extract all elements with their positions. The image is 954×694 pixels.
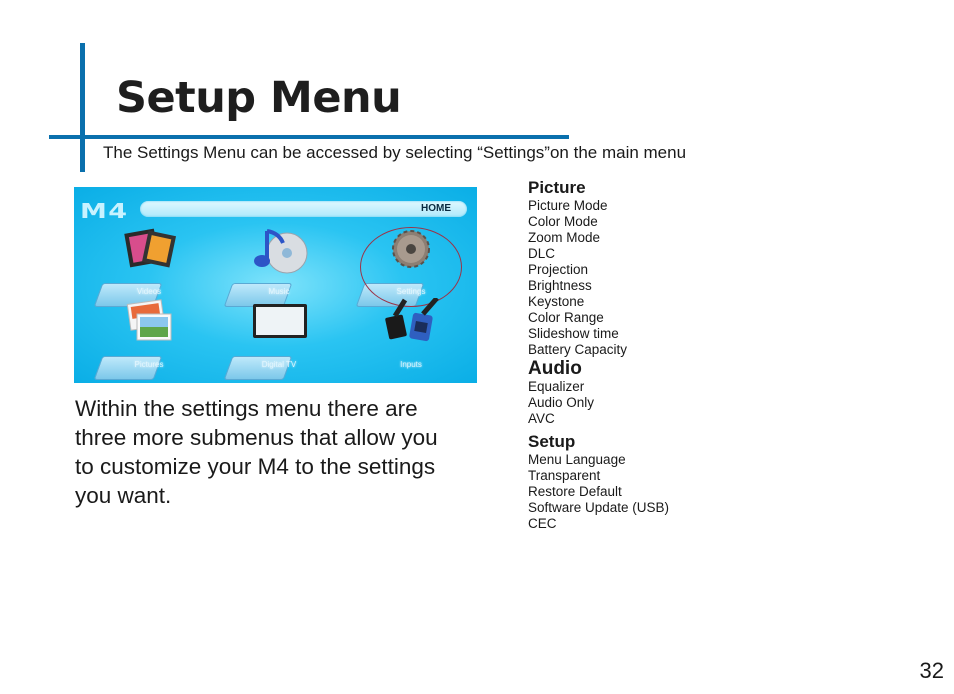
menu-group-audio: Audio Equalizer Audio Only AVC xyxy=(528,359,669,427)
list-item: DLC xyxy=(528,246,556,261)
list-item: Picture Mode xyxy=(528,198,608,213)
list-item: Menu Language xyxy=(528,452,626,467)
list-item: Projection xyxy=(528,262,589,277)
music-disc-icon xyxy=(254,229,308,274)
menu-heading-audio: Audio xyxy=(528,358,582,379)
photos-icon xyxy=(126,299,172,341)
menu-heading-picture: Picture xyxy=(528,178,586,197)
tile-pictures: Pictures xyxy=(93,290,204,380)
menu-group-setup: Setup Menu Language Transparent Restore … xyxy=(528,432,669,532)
list-item: Color Mode xyxy=(528,214,598,229)
page-title: Setup Menu xyxy=(116,73,402,123)
page-number: 32 xyxy=(919,658,944,683)
menu-heading-setup: Setup xyxy=(528,432,576,451)
list-item: Slideshow time xyxy=(528,326,619,341)
tile-inputs: Inputs xyxy=(356,290,466,380)
body-paragraph: Within the settings menu there are three… xyxy=(75,396,438,508)
tile-digital-tv: Digital TV xyxy=(223,290,334,380)
list-item: Audio Only xyxy=(528,395,595,410)
list-item: CEC xyxy=(528,516,557,531)
settings-menu-list: Picture Picture Mode Color Mode Zoom Mod… xyxy=(528,178,669,533)
list-item: Keystone xyxy=(528,294,585,309)
list-item: Software Update (USB) xyxy=(528,500,670,515)
accent-horizontal-rule xyxy=(49,135,569,139)
menu-group-picture: Picture Picture Mode Color Mode Zoom Mod… xyxy=(528,178,669,358)
home-label: HOME xyxy=(421,203,451,214)
home-bar: HOME xyxy=(140,201,467,217)
page-subtitle: The Settings Menu can be accessed by sel… xyxy=(103,143,687,162)
accent-vertical-rule xyxy=(80,43,85,172)
list-item: Restore Default xyxy=(528,484,622,499)
list-item: Transparent xyxy=(528,468,601,483)
list-item: AVC xyxy=(528,411,555,426)
list-item: Battery Capacity xyxy=(528,342,628,357)
list-item: Equalizer xyxy=(528,379,585,394)
film-photos-icon xyxy=(124,228,177,268)
device-home-screenshot: M4 HOME Videos Music Settings Pictures D… xyxy=(74,187,477,383)
list-item: Zoom Mode xyxy=(528,230,601,245)
list-item: Brightness xyxy=(528,278,592,293)
list-item: Color Range xyxy=(528,310,604,325)
tv-icon xyxy=(253,304,307,338)
cables-icon xyxy=(385,298,439,342)
